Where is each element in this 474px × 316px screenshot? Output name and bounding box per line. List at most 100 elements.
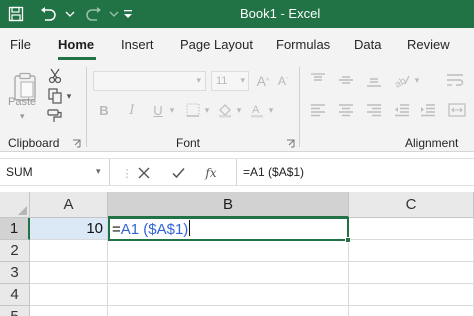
font-group-label: Font <box>176 136 201 150</box>
orientation-dropdown-icon[interactable]: ▾ <box>412 72 422 88</box>
decrease-font-size-icon[interactable]: Aˇ <box>274 71 292 91</box>
bold-button[interactable]: B <box>96 101 112 119</box>
svg-text:A: A <box>252 104 260 116</box>
tab-insert[interactable]: Insert <box>121 37 154 52</box>
cut-icon[interactable] <box>46 67 64 85</box>
chevron-down-icon[interactable]: ▾ <box>96 166 101 177</box>
paste-dropdown-icon[interactable]: ▾ <box>20 111 25 122</box>
clipboard-launcher-icon[interactable] <box>70 137 82 149</box>
font-name-select[interactable]: ▾ <box>93 71 206 91</box>
fill-color-dropdown-icon[interactable]: ▾ <box>234 102 244 118</box>
tab-data[interactable]: Data <box>354 37 381 52</box>
tab-page-layout[interactable]: Page Layout <box>180 37 253 52</box>
formula-bar: SUM ▾ ⋮ fx =A1 ($A$1) <box>0 158 474 186</box>
tab-home[interactable]: Home <box>58 37 94 52</box>
name-box-value[interactable]: SUM <box>6 165 33 179</box>
edit-reference: A1 ($A$1) <box>120 221 189 238</box>
tab-formulas[interactable]: Formulas <box>276 37 330 52</box>
font-color-icon[interactable]: A <box>248 101 266 119</box>
cell-b2[interactable] <box>108 240 349 262</box>
ribbon: Paste ▾ ▾ Clipboard ▾ 11 ▾ A ^ Aˇ B I U ▾… <box>0 61 474 152</box>
underline-dropdown-icon[interactable]: ▾ <box>167 102 177 118</box>
cell-a1[interactable]: 10 <box>30 218 108 240</box>
align-left-icon[interactable] <box>308 101 328 119</box>
row-header-3[interactable]: 3 <box>0 262 30 284</box>
formula-text[interactable]: =A1 ($A$1) <box>243 165 304 179</box>
cell-b1-edit-text[interactable]: =A1 ($A$1) <box>112 220 191 238</box>
select-all-button[interactable] <box>0 192 30 218</box>
column-header-b[interactable]: B <box>108 192 349 218</box>
name-box[interactable]: SUM ▾ <box>0 159 110 186</box>
save-icon[interactable] <box>6 4 26 24</box>
font-color-dropdown-icon[interactable]: ▾ <box>266 102 276 118</box>
cell-c2[interactable] <box>349 240 474 262</box>
group-separator <box>299 67 300 147</box>
chevron-down-icon: ▾ <box>240 75 245 85</box>
redo-icon[interactable] <box>84 4 104 24</box>
italic-button[interactable]: I <box>124 101 140 119</box>
borders-dropdown-icon[interactable]: ▾ <box>202 102 212 118</box>
copy-dropdown-icon[interactable]: ▾ <box>64 89 74 103</box>
edit-equals: = <box>112 221 121 238</box>
paste-label[interactable]: Paste <box>8 96 36 108</box>
cell-b4[interactable] <box>108 284 349 306</box>
formula-input[interactable]: =A1 ($A$1) <box>236 159 474 186</box>
fill-handle[interactable] <box>345 237 351 243</box>
underline-button[interactable]: U <box>150 101 166 119</box>
tab-file[interactable]: File <box>10 37 31 52</box>
increase-font-size-icon[interactable]: A ^ <box>254 71 272 91</box>
copy-icon[interactable] <box>46 87 64 105</box>
decrease-indent-icon[interactable] <box>392 101 412 119</box>
customize-toolbar-icon[interactable] <box>118 4 138 24</box>
title-bar: Book1 - Excel <box>0 0 474 28</box>
clipboard-group-label: Clipboard <box>8 136 60 150</box>
middle-align-icon[interactable] <box>336 71 356 89</box>
row-header-5[interactable]: 5 <box>0 306 30 316</box>
orientation-icon[interactable]: ab <box>392 71 412 89</box>
cell-a4[interactable] <box>30 284 108 306</box>
cell-c1[interactable] <box>349 218 474 240</box>
cell-a3[interactable] <box>30 262 108 284</box>
top-align-icon[interactable] <box>308 71 328 89</box>
insert-function-icon[interactable]: fx <box>201 164 221 182</box>
column-header-a[interactable]: A <box>30 192 108 218</box>
chevron-down-icon: ▾ <box>196 75 201 85</box>
cell-b5[interactable] <box>108 306 349 316</box>
fill-color-icon[interactable] <box>216 101 234 119</box>
cell-a5[interactable] <box>30 306 108 316</box>
font-launcher-icon[interactable] <box>284 137 296 149</box>
merge-center-icon[interactable] <box>446 101 468 119</box>
active-tab-indicator <box>58 57 96 60</box>
increase-indent-icon[interactable] <box>418 101 438 119</box>
undo-dropdown-icon[interactable] <box>60 4 80 24</box>
bottom-align-icon[interactable] <box>364 71 384 89</box>
cancel-icon[interactable] <box>134 164 154 182</box>
align-center-icon[interactable] <box>336 101 356 119</box>
tab-review[interactable]: Review <box>407 37 450 52</box>
row-header-1[interactable]: 1 <box>0 218 30 240</box>
row-header-4[interactable]: 4 <box>0 284 30 306</box>
group-separator <box>86 67 87 147</box>
font-size-value: 11 <box>216 75 228 87</box>
cell-c3[interactable] <box>349 262 474 284</box>
alignment-group-label: Alignment <box>405 136 459 150</box>
enter-icon[interactable] <box>168 164 188 182</box>
worksheet-grid: A B C 1 2 3 4 5 10 =A1 ($A$1) <box>0 192 474 316</box>
text-cursor <box>189 220 191 236</box>
borders-icon[interactable] <box>184 101 202 119</box>
wrap-text-icon[interactable] <box>444 71 466 89</box>
window-title: Book1 - Excel <box>240 6 321 21</box>
row-header-2[interactable]: 2 <box>0 240 30 262</box>
align-right-icon[interactable] <box>364 101 384 119</box>
font-size-select[interactable]: 11 ▾ <box>211 71 249 91</box>
column-header-c[interactable]: C <box>349 192 474 218</box>
cell-c4[interactable] <box>349 284 474 306</box>
cell-c5[interactable] <box>349 306 474 316</box>
cell-a2[interactable] <box>30 240 108 262</box>
ribbon-tabs: File Home Insert Page Layout Formulas Da… <box>0 28 474 61</box>
format-painter-icon[interactable] <box>46 107 64 125</box>
cell-a1-value: 10 <box>86 220 103 237</box>
cell-b3[interactable] <box>108 262 349 284</box>
cell-b1-editor[interactable]: =A1 ($A$1) <box>108 217 349 241</box>
undo-icon[interactable] <box>38 4 58 24</box>
